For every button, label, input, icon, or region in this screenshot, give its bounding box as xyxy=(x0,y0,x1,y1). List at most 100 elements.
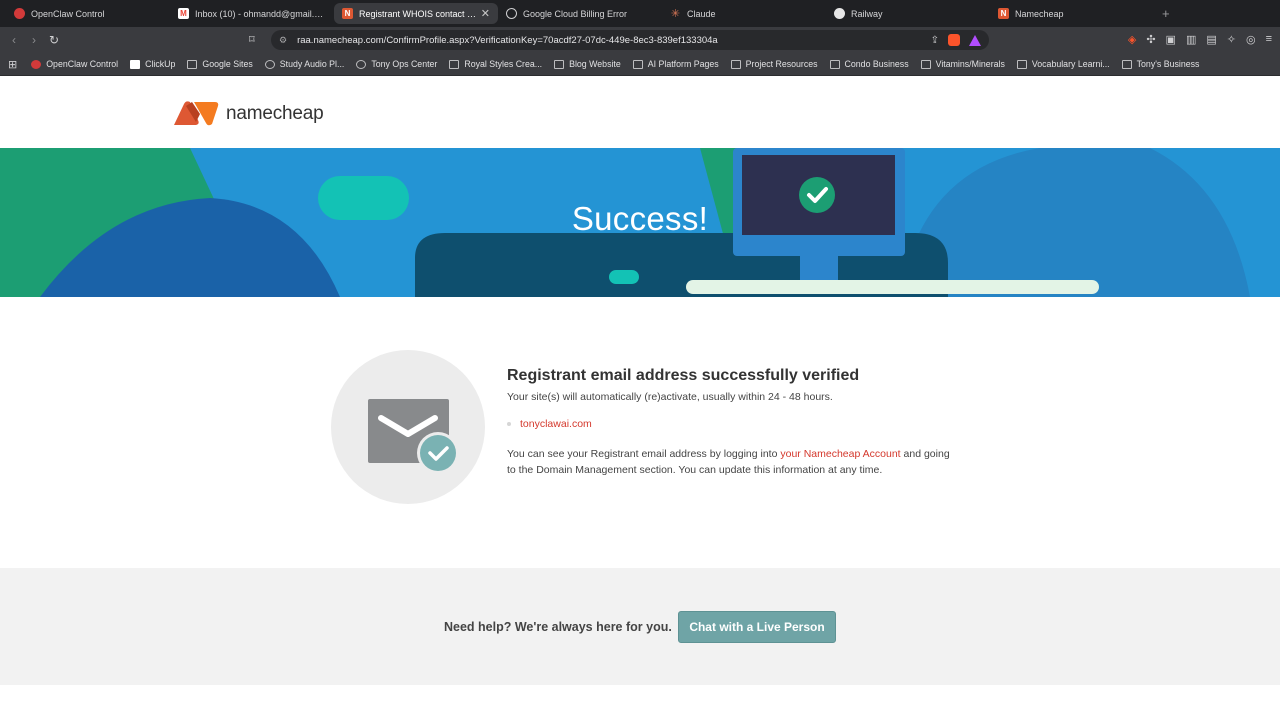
bookmark-label: Study Audio Pl... xyxy=(279,59,345,69)
namecheap-account-link[interactable]: your Namecheap Account xyxy=(780,448,900,460)
menu-icon[interactable]: ≡ xyxy=(1266,33,1272,46)
forward-icon[interactable]: › xyxy=(24,33,44,47)
web-page: namecheap Success! Registrant email addr… xyxy=(0,77,1280,720)
bookmark-tony-ops[interactable]: Tony Ops Center xyxy=(356,59,437,69)
page-title: Success! xyxy=(571,200,709,237)
namecheap-logo-icon xyxy=(174,101,219,126)
bookmark-ai-platform[interactable]: AI Platform Pages xyxy=(632,59,719,69)
bookmark-label: Tony's Business xyxy=(1136,59,1200,69)
namecheap-icon: N xyxy=(342,8,353,19)
folder-icon xyxy=(730,59,741,69)
folder-icon xyxy=(554,59,565,69)
brave-shield-icon[interactable] xyxy=(948,34,960,46)
site-settings-icon[interactable]: ⚙ xyxy=(279,35,287,46)
bookmark-label: Project Resources xyxy=(745,59,818,69)
reading-list-icon[interactable]: ▤ xyxy=(1206,33,1216,46)
folder-icon xyxy=(187,59,198,69)
vpn-icon[interactable]: ◈ xyxy=(1128,33,1136,46)
bookmark-openclaw[interactable]: OpenClaw Control xyxy=(31,59,118,69)
bookmark-vocabulary[interactable]: Vocabulary Learni... xyxy=(1016,59,1110,69)
address-bar[interactable]: ⚙ raa.namecheap.com/ConfirmProfile.aspx?… xyxy=(271,30,989,50)
bookmark-tonys-business[interactable]: Tony's Business xyxy=(1121,59,1200,69)
reload-icon[interactable]: ↻ xyxy=(44,33,64,47)
tab-openclaw[interactable]: OpenClaw Control xyxy=(6,3,170,24)
namecheap-icon: N xyxy=(998,8,1009,19)
site-header: namecheap xyxy=(0,77,1280,148)
bookmark-label: Tony Ops Center xyxy=(371,59,438,69)
bookmark-icon[interactable]: ⌑ xyxy=(249,33,255,46)
bookmark-project-resources[interactable]: Project Resources xyxy=(730,59,818,69)
bookmark-vitamins[interactable]: Vitamins/Minerals xyxy=(920,59,1005,69)
globe-icon xyxy=(264,59,275,69)
verification-text: Registrant email address successfully ve… xyxy=(507,367,957,478)
gmail-icon: M xyxy=(178,8,189,19)
bookmark-google-sites[interactable]: Google Sites xyxy=(187,59,253,69)
openclaw-icon xyxy=(14,8,25,19)
bookmark-royal-styles[interactable]: Royal Styles Crea... xyxy=(449,59,542,69)
tab-title: Railway xyxy=(851,8,883,19)
extensions-icon[interactable]: ✣ xyxy=(1146,33,1155,46)
domain-list-item[interactable]: tonyclawai.com xyxy=(507,418,957,430)
bookmark-clickup[interactable]: ClickUp xyxy=(130,59,175,69)
logo-text: namecheap xyxy=(226,102,324,124)
leo-ai-icon[interactable]: ✧ xyxy=(1227,33,1236,46)
share-icon[interactable]: ⇪ xyxy=(931,35,939,46)
openclaw-icon xyxy=(31,59,42,69)
bookmark-condo-business[interactable]: Condo Business xyxy=(829,59,909,69)
help-section: Need help? We're always here for you. Ch… xyxy=(0,568,1280,685)
tab-namecheap[interactable]: N Namecheap xyxy=(990,3,1154,24)
success-banner: Success! xyxy=(0,148,1280,297)
verification-title: Registrant email address successfully ve… xyxy=(507,367,860,384)
envelope-check-icon xyxy=(368,399,459,474)
bookmark-label: Condo Business xyxy=(844,59,909,69)
google-cloud-icon xyxy=(506,8,517,19)
clickup-icon xyxy=(130,59,141,69)
domain-list: tonyclawai.com xyxy=(507,418,957,430)
globe-icon xyxy=(356,59,367,69)
folder-icon xyxy=(1121,59,1132,69)
tab-bar: OpenClaw Control M Inbox (10) - ohmandd@… xyxy=(0,0,1280,27)
folder-icon xyxy=(829,59,840,69)
bookmark-label: Vocabulary Learni... xyxy=(1031,59,1110,69)
railway-icon xyxy=(834,8,845,19)
domain-link[interactable]: tonyclawai.com xyxy=(520,418,592,430)
url-text[interactable]: raa.namecheap.com/ConfirmProfile.aspx?Ve… xyxy=(297,35,931,46)
new-tab-icon[interactable]: + xyxy=(1162,6,1170,21)
help-text: Need help? We're always here for you. xyxy=(444,620,672,634)
chat-live-person-button[interactable]: Chat with a Live Person xyxy=(678,611,836,643)
tab-claude[interactable]: ✳ Claude xyxy=(662,3,826,24)
bookmark-label: AI Platform Pages xyxy=(647,59,719,69)
apps-grid-icon[interactable]: ⊞ xyxy=(8,58,17,71)
browser-toolbar: ‹ › ↻ ⌑ ⚙ raa.namecheap.com/ConfirmProfi… xyxy=(0,27,1280,53)
folder-icon xyxy=(449,59,460,69)
info-text: You can see your Registrant email addres… xyxy=(507,446,957,478)
bookmark-blog-website[interactable]: Blog Website xyxy=(554,59,621,69)
tab-title: Inbox (10) - ohmandd@gmail.com xyxy=(195,8,326,19)
folder-icon xyxy=(1016,59,1027,69)
privacy-icon[interactable]: ◎ xyxy=(1246,33,1256,46)
email-verified-badge xyxy=(331,350,485,504)
tab-title: Claude xyxy=(687,8,716,19)
bookmark-study-audio[interactable]: Study Audio Pl... xyxy=(264,59,345,69)
folder-icon xyxy=(920,59,931,69)
bookmark-label: ClickUp xyxy=(145,59,176,69)
wallet-icon[interactable]: ▣ xyxy=(1166,33,1176,46)
sidebar-icon[interactable]: ▥ xyxy=(1186,33,1196,46)
namecheap-logo[interactable]: namecheap xyxy=(172,100,324,127)
close-tab-icon[interactable]: ✕ xyxy=(481,7,490,20)
bookmark-label: Royal Styles Crea... xyxy=(464,59,543,69)
claude-icon: ✳ xyxy=(670,8,681,20)
tab-railway[interactable]: Railway xyxy=(826,3,990,24)
bookmark-label: Google Sites xyxy=(202,59,253,69)
verification-section: Registrant email address successfully ve… xyxy=(0,297,1280,568)
tab-gmail[interactable]: M Inbox (10) - ohmandd@gmail.com xyxy=(170,3,334,24)
brave-rewards-icon[interactable] xyxy=(969,34,981,46)
back-icon[interactable]: ‹ xyxy=(4,33,24,47)
bullet-icon xyxy=(507,422,511,426)
bookmark-label: OpenClaw Control xyxy=(46,59,119,69)
tab-registrant-whois[interactable]: N Registrant WHOIS contact info ✕ xyxy=(334,3,498,24)
tab-title: Namecheap xyxy=(1015,8,1064,19)
folder-icon xyxy=(632,59,643,69)
tab-google-cloud[interactable]: Google Cloud Billing Error xyxy=(498,3,662,24)
bookmark-label: Vitamins/Minerals xyxy=(935,59,1005,69)
